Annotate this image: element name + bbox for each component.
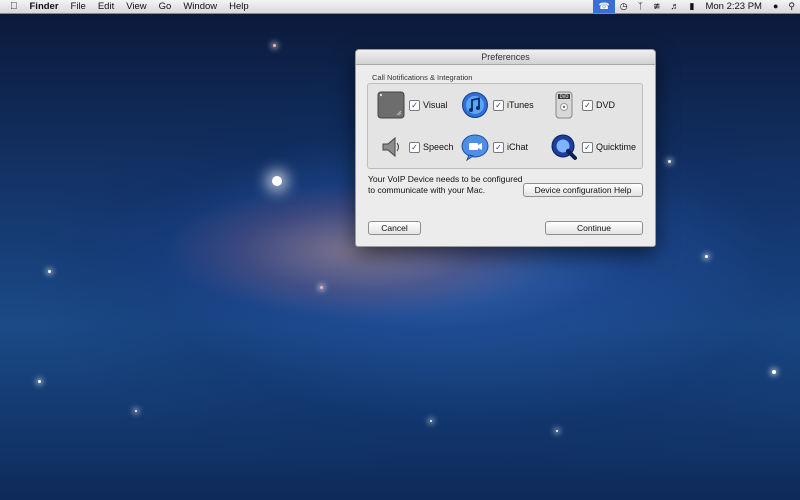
dvd-checkbox[interactable]: ✓: [582, 99, 593, 111]
volume-icon[interactable]: ♬: [666, 0, 685, 13]
visual-checkbox[interactable]: ✓: [409, 99, 420, 111]
setup-message: Your VoIP Device needs to be configured …: [368, 174, 523, 195]
device-configuration-help-button[interactable]: Device configuration Help: [523, 183, 643, 197]
cancel-button[interactable]: Cancel: [368, 221, 421, 235]
menu-edit[interactable]: Edit: [92, 0, 120, 13]
window-title: Preferences: [356, 50, 655, 65]
speech-label: Speech: [423, 142, 454, 152]
battery-icon[interactable]: ▮: [685, 0, 700, 13]
group-label: Call Notifications & Integration: [372, 73, 473, 82]
star: [772, 370, 776, 374]
option-quicktime[interactable]: ✓ Quicktime: [549, 132, 636, 162]
star: [273, 44, 276, 47]
ichat-label: iChat: [507, 142, 529, 152]
svg-text:DVD: DVD: [560, 94, 569, 99]
bluetooth-icon[interactable]: ᛉ: [633, 0, 648, 13]
star: [135, 410, 137, 412]
star: [556, 430, 558, 432]
menu-bar:  Finder File Edit View Go Window Help ☎…: [0, 0, 800, 14]
star: [668, 160, 671, 163]
star: [705, 255, 708, 258]
apple-menu-icon[interactable]: : [0, 0, 24, 13]
option-dvd[interactable]: DVD ✓ DVD: [549, 90, 615, 120]
option-ichat[interactable]: ✓ iChat: [460, 132, 528, 162]
quicktime-label: Quicktime: [596, 142, 637, 152]
dvd-icon: DVD: [549, 90, 579, 120]
clock[interactable]: Mon 2:23 PM: [699, 0, 768, 13]
quicktime-checkbox[interactable]: ✓: [582, 141, 593, 153]
star: [320, 286, 323, 289]
preferences-window: Preferences Call Notifications & Integra…: [355, 49, 656, 247]
itunes-checkbox[interactable]: ✓: [493, 99, 504, 111]
itunes-icon: [460, 90, 490, 120]
menu-go[interactable]: Go: [153, 0, 178, 13]
star: [430, 420, 432, 422]
option-speech[interactable]: ✓ Speech: [376, 132, 454, 162]
star: [48, 270, 51, 273]
visual-label: Visual: [423, 100, 448, 110]
spotlight-icon[interactable]: ⚲: [783, 0, 800, 13]
app-menu[interactable]: Finder: [24, 0, 65, 13]
menu-window[interactable]: Window: [177, 0, 223, 13]
ichat-icon: [460, 132, 490, 162]
dvd-label: DVD: [596, 100, 616, 110]
ichat-checkbox[interactable]: ✓: [493, 141, 504, 153]
speech-checkbox[interactable]: ✓: [409, 141, 420, 153]
menu-view[interactable]: View: [120, 0, 152, 13]
wifi-icon[interactable]: ≇: [648, 0, 666, 13]
time-machine-icon[interactable]: ◷: [615, 0, 633, 13]
continue-button[interactable]: Continue: [545, 221, 643, 235]
user-icon[interactable]: ●: [768, 0, 783, 13]
speech-icon: [376, 132, 406, 162]
menu-help[interactable]: Help: [223, 0, 255, 13]
quicktime-icon: [549, 132, 579, 162]
itunes-label: iTunes: [507, 100, 534, 110]
app-status-icon[interactable]: ☎: [593, 0, 615, 13]
visual-icon: [376, 90, 406, 120]
star: [272, 176, 282, 186]
menu-file[interactable]: File: [65, 0, 92, 13]
star: [38, 380, 41, 383]
option-itunes[interactable]: ✓ iTunes: [460, 90, 534, 120]
notification-options-group: ✓ Visual ✓ iTunes DVD ✓ DVD ✓ Speech ✓ i…: [367, 83, 643, 169]
option-visual[interactable]: ✓ Visual: [376, 90, 447, 120]
